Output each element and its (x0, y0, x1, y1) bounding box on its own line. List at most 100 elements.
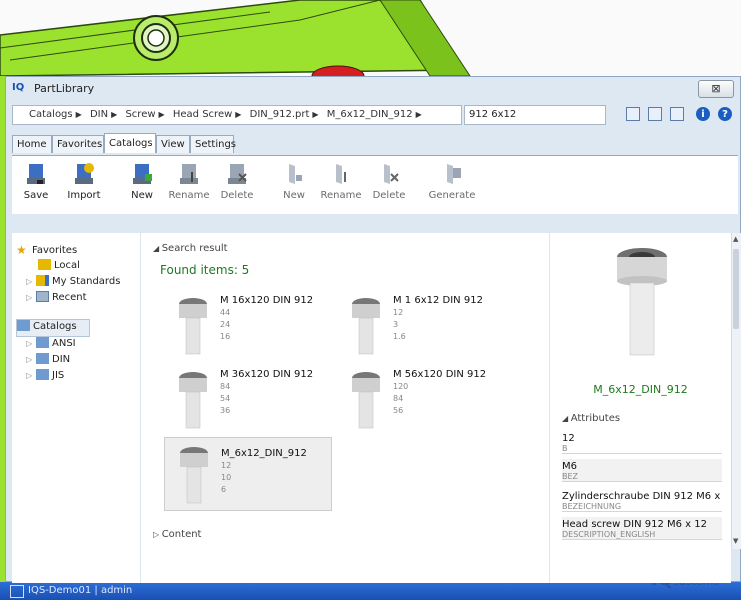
tree-item-favorites[interactable]: ★ Favorites (16, 243, 77, 259)
expand-arrow-icon[interactable]: ▷ (26, 277, 36, 286)
expand-arrow-icon[interactable]: ▷ (26, 355, 36, 364)
result-item-name: M 56x120 DIN 912 (393, 369, 487, 380)
breadcrumb[interactable]: Catalogs ▶ DIN ▶ Screw ▶ Head Screw ▶ DIN_91… (12, 105, 462, 125)
delete-part-label: Delete (372, 190, 406, 201)
chevron-right-icon: ▶ (158, 110, 165, 119)
result-item-value: 36 (220, 406, 231, 415)
rename-part-icon (336, 164, 346, 184)
save-button[interactable]: Save (14, 162, 58, 201)
attributes-header[interactable]: ◢ Attributes (562, 413, 620, 424)
tree-item-recent[interactable]: ▷ Recent (26, 291, 87, 307)
result-item-value: 6 (221, 485, 227, 494)
tab-settings[interactable]: Settings (190, 135, 236, 153)
search-input[interactable]: 912 6x12 (464, 105, 606, 125)
chevron-right-icon: ▶ (75, 110, 82, 119)
tree-label: Recent (52, 292, 87, 303)
list-view-icon[interactable] (626, 107, 640, 121)
new-catalog-button[interactable]: New (120, 162, 164, 201)
content-header[interactable]: ▷ Content (153, 529, 201, 540)
attribute-value: M6 (562, 461, 577, 472)
expand-arrow-icon: ▷ (153, 530, 162, 539)
tab-home[interactable]: Home (12, 135, 52, 153)
generate-button[interactable]: Generate (424, 162, 480, 201)
info-icon[interactable]: i (696, 107, 710, 121)
result-item[interactable]: M 36x120 DIN 912 84 54 36 (164, 367, 332, 433)
catalog-icon (36, 369, 49, 380)
attribute-row: Head screw DIN 912 M6 x 12 DESCRIPTION_E… (562, 517, 722, 540)
tree-item-my-standards[interactable]: ▷ My Standards (26, 275, 120, 291)
recent-icon (36, 291, 49, 302)
rename-catalog-button[interactable]: Rename (167, 162, 211, 201)
standards-folder-icon (36, 275, 49, 286)
breadcrumb-item[interactable]: Screw (125, 106, 155, 120)
breadcrumb-item[interactable]: M_6x12_DIN_912 (327, 106, 413, 120)
tree-item-local[interactable]: Local (38, 259, 80, 275)
import-button[interactable]: Import (62, 162, 106, 201)
tab-catalogs[interactable]: Catalogs (104, 133, 156, 153)
result-item-name: M 1 6x12 DIN 912 (393, 295, 483, 306)
result-item-value: 16 (220, 332, 231, 341)
breadcrumb-item[interactable]: Head Screw (173, 106, 232, 120)
new-part-button[interactable]: New (272, 162, 316, 201)
tiles-view-icon[interactable] (648, 107, 662, 121)
tab-view[interactable]: View (156, 135, 190, 153)
expand-arrow-icon[interactable]: ▷ (26, 339, 36, 348)
tree-item-jis[interactable]: ▷ JIS (26, 369, 64, 385)
delete-catalog-button[interactable]: Delete (215, 162, 259, 201)
result-item-value: 56 (393, 406, 404, 415)
scroll-down-icon[interactable]: ▼ (733, 537, 738, 545)
result-item-selected[interactable]: M_6x12_DIN_912 12 10 6 (164, 437, 332, 511)
help-icon[interactable]: ? (718, 107, 732, 121)
rename-part-button[interactable]: Rename (319, 162, 363, 201)
attribute-key: BEZEICHNUNG (562, 502, 622, 511)
new-part-icon (289, 164, 302, 184)
result-item[interactable]: M 16x120 DIN 912 44 24 16 (164, 293, 332, 359)
search-result-header[interactable]: ◢ Search result (153, 243, 228, 254)
new-label: New (131, 190, 153, 201)
screw-thumbnail-icon (179, 372, 207, 429)
tree-item-catalogs[interactable]: Catalogs (16, 319, 90, 337)
result-item-value: 12 (393, 308, 404, 317)
expand-arrow-icon[interactable]: ▷ (26, 293, 36, 302)
tree-item-ansi[interactable]: ▷ ANSI (26, 337, 76, 353)
screw-preview-image (617, 248, 667, 356)
result-item-value: 84 (393, 394, 404, 403)
expand-arrow-icon[interactable]: ▷ (26, 371, 36, 380)
attribute-key: BEZ (562, 472, 579, 481)
save-icon (27, 164, 45, 184)
result-item-value: 44 (220, 308, 231, 317)
attribute-row: Zylinderschraube DIN 912 M6 x 1 BEZEICHN… (562, 489, 722, 512)
detail-scrollbar[interactable]: ▲ ▼ (731, 233, 741, 549)
breadcrumb-item[interactable]: Catalogs (29, 106, 73, 120)
collapse-arrow-icon: ◢ (153, 244, 162, 253)
result-item[interactable]: M 1 6x12 DIN 912 12 3 1.6 (337, 293, 505, 359)
result-item-value: 54 (220, 394, 231, 403)
chevron-right-icon: ▶ (312, 110, 319, 119)
screw-thumbnail-icon (352, 298, 380, 355)
delete-part-button[interactable]: Delete (367, 162, 411, 201)
new-icon (133, 164, 152, 184)
catalog-icon (36, 353, 49, 364)
scroll-thumb[interactable] (733, 249, 739, 329)
attribute-key: B (562, 444, 568, 453)
ribbon-toolbar: Save Import New Rename Delete New Rename (12, 155, 738, 214)
new-part-label: New (283, 190, 305, 201)
screw-thumbnail-icon (352, 372, 380, 429)
attribute-row: M6 BEZ (562, 459, 722, 482)
catalogs-folder-icon (17, 320, 30, 331)
tree-item-din[interactable]: ▷ DIN (26, 353, 70, 369)
breadcrumb-item[interactable]: DIN (90, 106, 108, 120)
scroll-up-icon[interactable]: ▲ (733, 235, 738, 243)
details-pane-icon[interactable] (670, 107, 684, 121)
delete-label: Delete (220, 190, 254, 201)
local-folder-icon (38, 259, 51, 270)
breadcrumb-item[interactable]: DIN_912.prt (250, 106, 310, 120)
collapse-arrow-icon: ◢ (562, 414, 571, 423)
delete-icon (228, 164, 247, 184)
tab-favorites[interactable]: Favorites (52, 135, 104, 153)
result-item[interactable]: M 56x120 DIN 912 120 84 56 (337, 367, 505, 433)
result-item-value: 12 (221, 461, 232, 470)
close-button[interactable]: ⊠ (698, 80, 734, 98)
content-label: Content (161, 529, 202, 540)
result-item-value: 3 (393, 320, 399, 329)
